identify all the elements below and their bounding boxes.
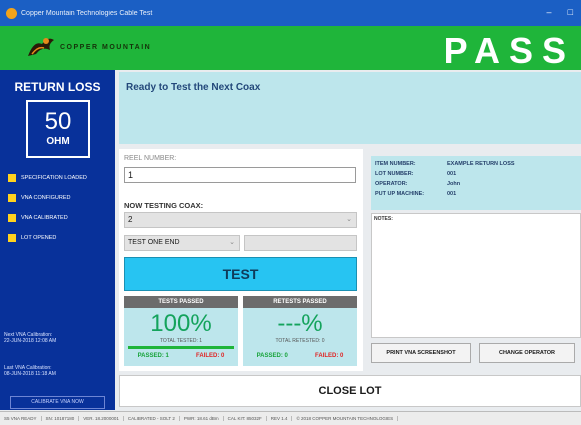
info-row-operator: OPERATOR: John <box>375 179 577 189</box>
notes-area[interactable]: NOTES: <box>371 213 581 338</box>
test-result-banner: PASS <box>443 30 575 71</box>
info-row-item-number: ITEM NUMBER: EXAMPLE RETURN LOSS <box>375 159 577 169</box>
maximize-icon[interactable]: □ <box>568 7 573 17</box>
info-key: PUT UP MACHINE: <box>375 191 425 197</box>
test-mode-value: TEST ONE END <box>128 239 180 246</box>
status-segment: PWR: 18.61 dBm <box>180 416 224 421</box>
calibrate-vna-button[interactable]: CALIBRATE VNA NOW <box>10 396 105 409</box>
status-segment: S5 VNA READY <box>0 416 42 421</box>
impedance-box: 50 OHM <box>26 100 90 158</box>
tests-passed-counts: PASSED: 1 FAILED: 0 <box>124 353 238 359</box>
next-calibration: Next VNA Calibration: 22-JUN-2018 12:08 … <box>4 332 56 344</box>
now-testing-select[interactable]: 2 ⌄ <box>124 212 357 228</box>
impedance-unit: OHM <box>46 136 70 147</box>
reel-number-label: REEL NUMBER: <box>124 155 177 162</box>
info-value: John <box>447 181 461 187</box>
retests-passed-count: PASSED: 0 <box>256 353 288 359</box>
print-screenshot-button[interactable]: PRINT VNA SCREENSHOT <box>371 343 471 363</box>
status-indicator-icon <box>8 174 16 182</box>
test-option-field[interactable] <box>244 235 357 251</box>
tests-failed-count: FAILED: 0 <box>196 353 225 359</box>
now-testing-value: 2 <box>128 215 133 224</box>
brand-name: COPPER MOUNTAIN <box>60 44 152 51</box>
chevron-down-icon: ⌄ <box>229 239 235 246</box>
retests-passed-header: RETESTS PASSED <box>243 296 357 308</box>
brand-bar: COPPER MOUNTAIN PASS <box>0 26 581 71</box>
status-panel: Ready to Test the Next Coax <box>119 72 581 144</box>
tests-passed-percent: 100% <box>150 310 212 337</box>
info-row-put-up-machine: PUT UP MACHINE: 001 <box>375 189 577 199</box>
next-calibration-value: 22-JUN-2018 12:08 AM <box>4 338 57 344</box>
minimize-icon[interactable]: – <box>547 7 552 17</box>
status-bar: S5 VNA READY SN: 10187180 VER. 18.200000… <box>0 411 581 425</box>
status-indicator-icon <box>8 214 16 222</box>
status-segment: VER. 18.2000001 <box>79 416 124 421</box>
status-item-label: LOT OPENED <box>21 235 57 241</box>
tests-passed-panel: TESTS PASSED 100% TOTAL TESTED: 1 PASSED… <box>124 296 238 366</box>
change-operator-button[interactable]: CHANGE OPERATOR <box>479 343 575 363</box>
chevron-down-icon: ⌄ <box>346 216 352 223</box>
status-indicator-icon <box>8 234 16 242</box>
close-lot-button[interactable]: CLOSE LOT <box>119 375 581 407</box>
status-segment: REV 1.4 <box>267 416 293 421</box>
retests-passed-panel: RETESTS PASSED ---% TOTAL RETESTED: 0 PA… <box>243 296 357 366</box>
info-value: 001 <box>447 191 457 197</box>
status-message: Ready to Test the Next Coax <box>126 82 261 93</box>
status-segment: SN: 10187180 <box>42 416 80 421</box>
window-title: Copper Mountain Technologies Cable Test <box>21 9 153 17</box>
last-calibration: Last VNA Calibration: 08-JUN-2018 11:18 … <box>4 365 56 377</box>
info-value: EXAMPLE RETURN LOSS <box>447 161 515 167</box>
tests-passed-bar <box>128 346 234 349</box>
status-item-label: SPECIFICATION LOADED <box>21 175 87 181</box>
reel-number-input[interactable]: 1 <box>124 167 356 183</box>
status-item-label: VNA CALIBRATED <box>21 215 68 221</box>
tests-passed-header: TESTS PASSED <box>124 296 238 308</box>
lot-info-panel: ITEM NUMBER: EXAMPLE RETURN LOSS LOT NUM… <box>371 156 581 210</box>
status-indicator-icon <box>8 194 16 202</box>
company-logo-icon <box>28 38 54 56</box>
status-item-vna-calibrated: VNA CALIBRATED <box>8 208 87 228</box>
status-item-label: VNA CONFIGURED <box>21 195 71 201</box>
window-controls: – □ <box>547 7 573 17</box>
test-controls-panel: REEL NUMBER: 1 NOW TESTING COAX: 2 ⌄ TES… <box>119 149 363 371</box>
info-key: LOT NUMBER: <box>375 171 414 177</box>
test-button[interactable]: TEST <box>124 257 357 291</box>
title-bar: Copper Mountain Technologies Cable Test … <box>0 0 581 26</box>
total-retested-label: TOTAL RETESTED: 0 <box>275 338 325 344</box>
test-mode-select[interactable]: TEST ONE END ⌄ <box>124 235 240 251</box>
total-tested-label: TOTAL TESTED: 1 <box>159 338 203 344</box>
impedance-value: 50 <box>44 108 72 135</box>
retests-passed-counts: PASSED: 0 FAILED: 0 <box>243 353 357 359</box>
info-key: ITEM NUMBER: <box>375 161 416 167</box>
status-list: SPECIFICATION LOADED VNA CONFIGURED VNA … <box>8 168 87 248</box>
info-key: OPERATOR: <box>375 181 408 187</box>
now-testing-label: NOW TESTING COAX: <box>124 201 204 210</box>
notes-label: NOTES: <box>374 216 393 222</box>
app-icon <box>6 7 17 19</box>
last-calibration-value: 08-JUN-2018 11:18 AM <box>4 371 56 377</box>
retests-failed-count: FAILED: 0 <box>315 353 344 359</box>
status-item-lot-opened: LOT OPENED <box>8 228 87 248</box>
status-item-specification: SPECIFICATION LOADED <box>8 168 87 188</box>
test-type-title: RETURN LOSS <box>14 80 101 94</box>
status-segment: CALIBRATED - SOLT 2 <box>124 416 180 421</box>
tests-passed-count: PASSED: 1 <box>137 353 169 359</box>
sidebar: RETURN LOSS 50 OHM SPECIFICATION LOADED … <box>0 70 115 410</box>
info-value: 001 <box>447 171 457 177</box>
info-row-lot-number: LOT NUMBER: 001 <box>375 169 577 179</box>
status-segment: CAL KIT: 85032F <box>224 416 267 421</box>
status-segment: © 2018 COPPER MOUNTAIN TECHNOLOGIES <box>292 416 399 421</box>
retests-passed-percent: ---% <box>277 310 323 337</box>
status-item-vna-configured: VNA CONFIGURED <box>8 188 87 208</box>
